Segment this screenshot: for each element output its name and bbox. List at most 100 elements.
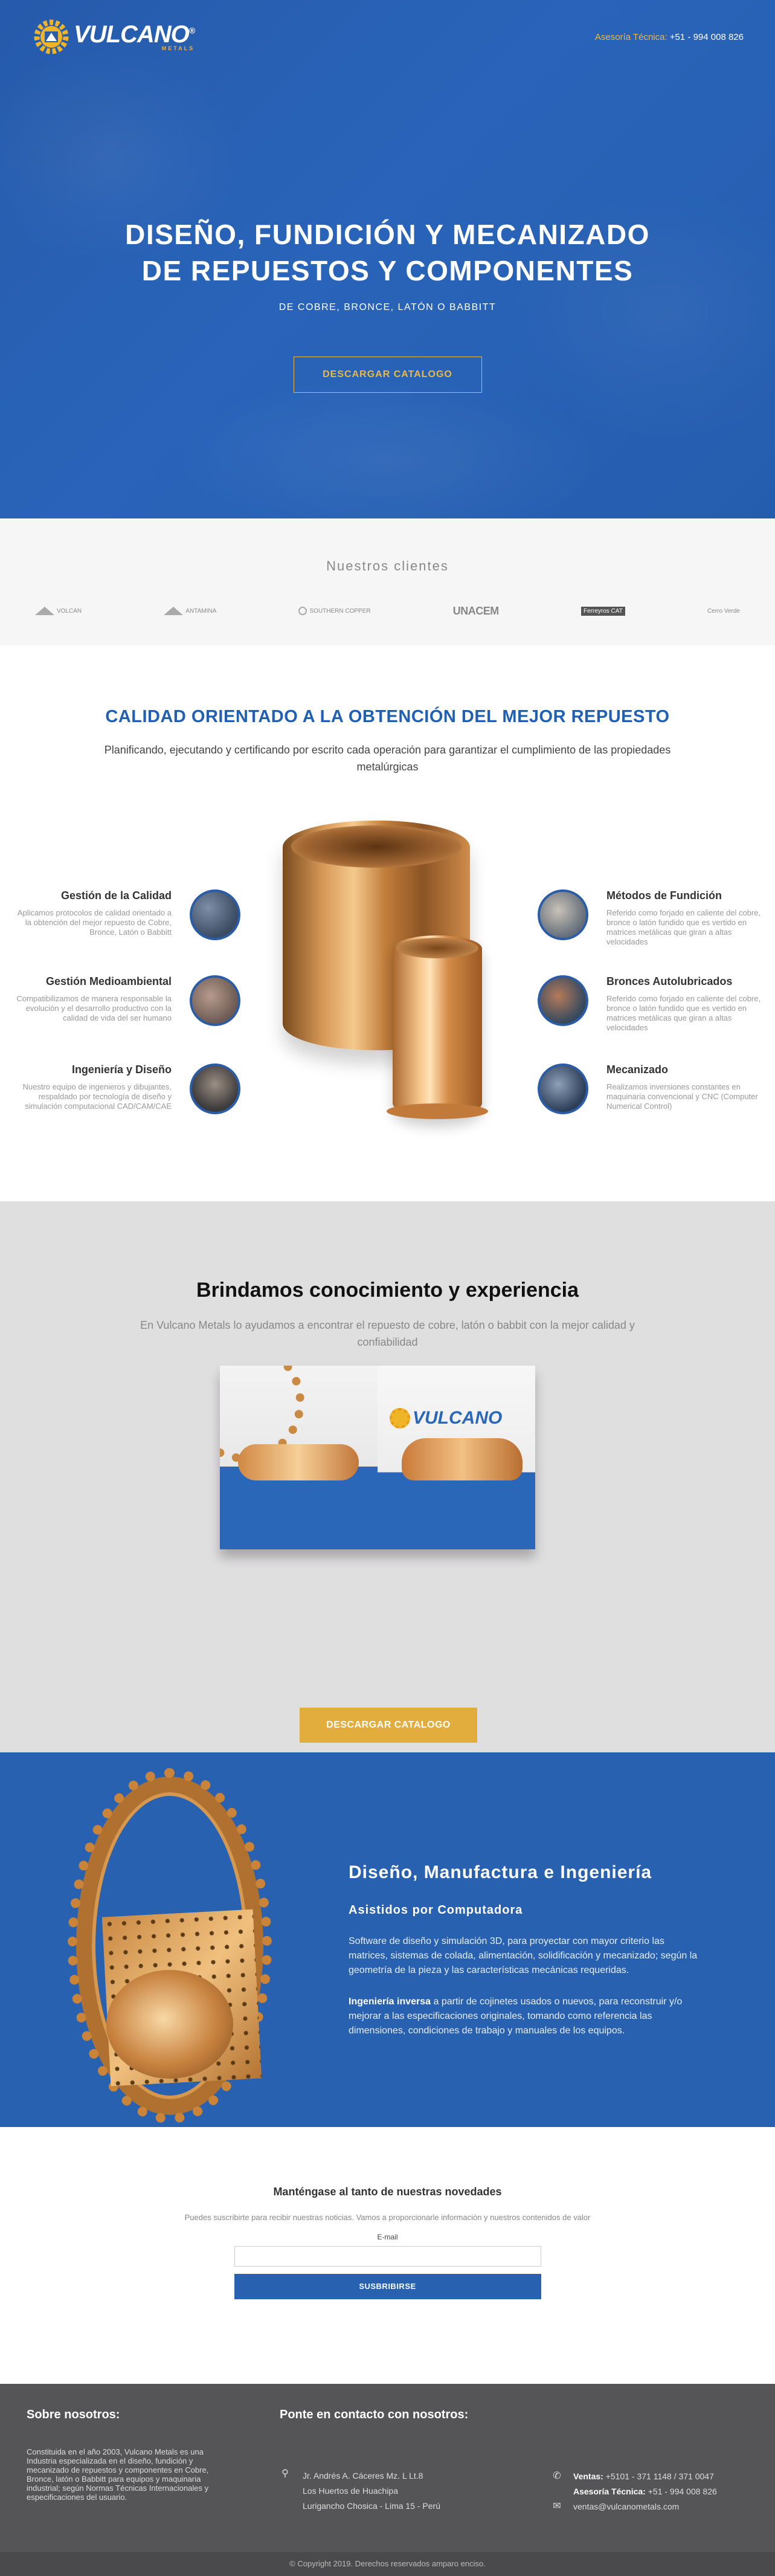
design-title: Diseño, Manufactura e Ingeniería (349, 1862, 652, 1882)
email-link[interactable]: ✉ ventas@vulcanometals.com (552, 2499, 717, 2514)
client-logo-volcan: VOLCAN (35, 602, 82, 620)
feature-text: Referido como forjado en caliente del co… (606, 908, 761, 946)
newsletter-section: Manténgase al tanto de nuestras novedade… (0, 2127, 775, 2384)
address-line-1: Jr. Andrés A. Cáceres Mz. L Lt.8 (303, 2471, 423, 2481)
tech-label: Asesoría Técnica: (573, 2486, 646, 2496)
tech-phone[interactable]: Asesoría Técnica: +51 - 994 008 826 (552, 2484, 717, 2499)
feature-title: Mecanizado (606, 1064, 669, 1076)
feature-text: Nuestro equipo de ingenieros y dibujante… (22, 1082, 172, 1111)
sales-value: +5101 - 371 1148 / 371 0047 (605, 2471, 714, 2481)
feature-title: Gestión Medioambiental (45, 975, 172, 987)
hero-title-line-2: DE REPUESTOS Y COMPONENTES (141, 255, 634, 286)
hero-content: DISEÑO, FUNDICIÓN Y MECANIZADO DE REPUES… (0, 216, 775, 393)
hero-title: DISEÑO, FUNDICIÓN Y MECANIZADO DE REPUES… (0, 216, 775, 289)
small-bushing-image (387, 935, 488, 1119)
top-bar: VULCANO® METALS Asesoría Técnica: +51 - … (33, 18, 744, 56)
design-paragraph-2: Ingeniería inversa a partir de cojinetes… (349, 1995, 705, 2038)
brand-name: VULCANO (74, 21, 190, 48)
footer-about: Sobre nosotros: Constituida en el año 20… (27, 2408, 232, 2502)
feature-title: Ingeniería y Diseño (71, 1064, 172, 1076)
feature-text: Aplicamos protocolos de calidad orientad… (17, 908, 172, 937)
brand-registered: ® (188, 25, 195, 36)
feature-engineering-design: Ingeniería y Diseño Nuestro equipo de ing… (0, 1064, 240, 1114)
envelope-icon: ✉ (553, 2500, 561, 2511)
feature-text: Realizamos inversiones constantes en maq… (606, 1082, 758, 1111)
client-logo-unacem: UNACEM (452, 604, 500, 617)
feature-text: Compatibilizamos de manera responsable l… (16, 994, 172, 1022)
casting-photo-icon (538, 889, 588, 940)
hero-title-line-1: DISEÑO, FUNDICIÓN Y MECANIZADO (125, 219, 650, 250)
address-line-2: Los Huertos de Huachipa (303, 2486, 398, 2496)
gear-logo-icon (34, 19, 69, 54)
footer-contact-title: Ponte en contacto con nosotros: (280, 2408, 469, 2421)
mountain-icon (164, 607, 184, 615)
circle-icon (298, 607, 307, 615)
footer-phones: ✆ Ventas: +5101 - 371 1148 / 371 0047 As… (552, 2468, 717, 2514)
design-text: Diseño, Manufactura e Ingeniería Asistid… (349, 1862, 705, 2038)
sales-phone[interactable]: ✆ Ventas: +5101 - 371 1148 / 371 0047 (552, 2468, 717, 2484)
bronze-bushing-image (106, 1970, 233, 2079)
footer: Sobre nosotros: Constituida en el año 20… (0, 2384, 775, 2552)
design-paragraph-2-bold: Ingeniería inversa (349, 1997, 431, 2007)
mountain-icon (35, 607, 54, 615)
client-logo-cerro-verde: Cerro Verde (707, 607, 740, 615)
brand-logo[interactable]: VULCANO® METALS (33, 18, 195, 56)
design-paragraph-1: Software de diseño y simulación 3D, para… (349, 1936, 698, 1975)
newsletter-description: Puedes suscribirte para recibir nuestras… (184, 2213, 591, 2222)
feature-title: Métodos de Fundición (606, 889, 722, 902)
feature-environmental-management: Gestión Medioambiental Compatibilizamos d… (0, 975, 240, 1026)
quality-lead: Planificando, ejecutando y certificando … (104, 744, 671, 773)
features-grid: Gestión de la Calidad Aplicamos protocolo… (0, 821, 775, 1135)
footer-address: ⚲ Jr. Andrés A. Cáceres Mz. L Lt.8 Los H… (280, 2468, 440, 2514)
feature-machining: Mecanizado Realizamos inversiones constan… (538, 1064, 767, 1114)
hero-section: VULCANO® METALS Asesoría Técnica: +51 - … (0, 0, 775, 518)
email-input[interactable] (234, 2246, 541, 2267)
footer-about-title: Sobre nosotros: (27, 2408, 120, 2421)
hero-subtitle: DE COBRE, BRONCE, LATÓN O BABBITT (278, 302, 497, 312)
bronze-parts-image (238, 1444, 359, 1480)
quality-title: CALIDAD ORIENTADO A LA OBTENCIÓN DEL MEJ… (105, 707, 670, 726)
header-contact: Asesoría Técnica: +51 - 994 008 826 (595, 32, 744, 42)
catalog-brand-name: VULCANO (413, 1408, 503, 1428)
knowledge-lead: En Vulcano Metals lo ayudamos a encontra… (140, 1319, 635, 1348)
client-logo-ferreyros: Ferreyros CAT (581, 602, 625, 620)
footer-contact: Ponte en contacto con nosotros: ⚲ Jr. An… (280, 2408, 775, 2511)
machining-photo-icon (538, 1064, 588, 1114)
tech-value: +51 - 994 008 826 (648, 2486, 717, 2496)
subscribe-button[interactable]: SUSBRIBIRSE (234, 2274, 541, 2299)
feature-self-lubricated: Bronces Autolubricados Referido como forj… (538, 975, 767, 1033)
feature-quality-management: Gestión de la Calidad Aplicamos protocolo… (0, 889, 240, 940)
email-value: ventas@vulcanometals.com (573, 2501, 680, 2511)
download-catalog-button[interactable]: DESCARGAR CATALOGO (300, 1708, 477, 1743)
hero-download-catalog-button[interactable]: DESCARGAR CATALOGO (293, 357, 482, 393)
feature-title: Bronces Autolubricados (606, 975, 733, 987)
phone-icon: ✆ (553, 2470, 561, 2481)
email-label: E-mail (377, 2233, 398, 2241)
client-logos: VOLCAN ANTAMINA SOUTHERN COPPER UNACEM F… (0, 602, 775, 620)
header-contact-number[interactable]: +51 - 994 008 826 (670, 32, 744, 42)
clients-section: Nuestros clientes VOLCAN ANTAMINA SOUTHE… (0, 518, 775, 645)
knowledge-section: Brindamos conocimiento y experiencia En … (0, 1201, 775, 1752)
feature-casting-methods: Métodos de Fundición Referido como forjad… (538, 889, 767, 947)
footer-about-text: Constituida en el año 2003, Vulcano Meta… (27, 2447, 209, 2502)
address-line-3: Lurigancho Chosica - Lima 15 - Perú (303, 2501, 441, 2511)
client-logo-southern: SOUTHERN COPPER (298, 602, 371, 620)
quality-section: CALIDAD ORIENTADO A LA OBTENCIÓN DEL MEJ… (0, 645, 775, 1201)
catalog-right-page: VULCANO (378, 1366, 535, 1549)
header-contact-label: Asesoría Técnica: (594, 31, 667, 42)
feature-title: Gestión de la Calidad (60, 889, 172, 902)
clients-title: Nuestros clientes (326, 558, 449, 573)
feature-text: Referido como forjado en caliente del co… (606, 994, 761, 1032)
environment-photo-icon (190, 975, 240, 1026)
newsletter-title: Manténgase al tanto de nuestras novedade… (273, 2186, 502, 2198)
knowledge-title: Brindamos conocimiento y experiencia (196, 1279, 579, 1302)
copyright: © Copyright 2019. Derechos reservados am… (0, 2552, 775, 2576)
client-logo-antamina: ANTAMINA (164, 602, 216, 620)
lubricated-photo-icon (538, 975, 588, 1026)
catalog-logo: VULCANO (390, 1408, 502, 1428)
location-pin-icon: ⚲ (281, 2468, 289, 2479)
quality-photo-icon (190, 889, 240, 940)
gear-logo-icon (390, 1408, 410, 1428)
engineering-photo-icon (190, 1064, 240, 1114)
design-subtitle: Asistidos por Computadora (349, 1903, 523, 1917)
